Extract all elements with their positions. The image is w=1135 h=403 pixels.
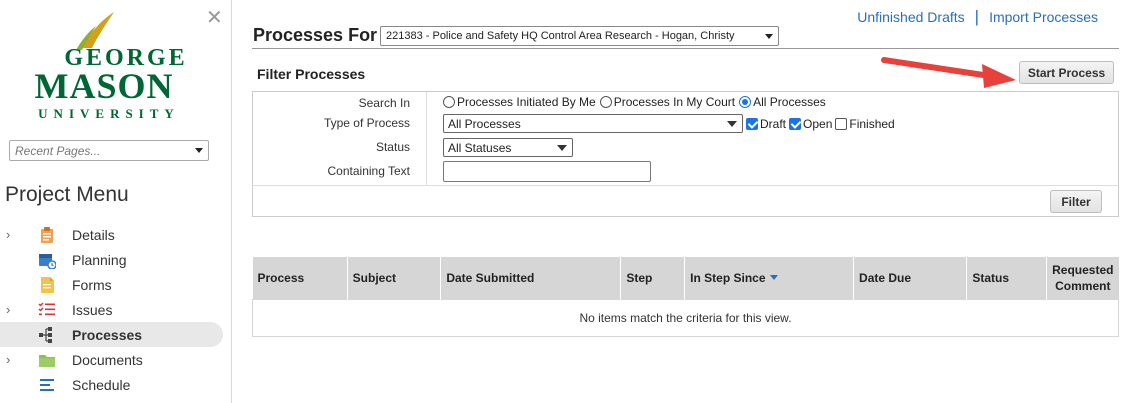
folder-icon — [38, 351, 56, 369]
top-links: Unfinished Drafts | Import Processes — [857, 7, 1098, 27]
close-icon[interactable]: ✕ — [206, 8, 223, 28]
project-select-value: 221383 - Police and Safety HQ Control Ar… — [386, 30, 735, 42]
sidebar-item-label: Documents — [72, 352, 143, 368]
radio-in-my-court[interactable]: Processes In My Court — [599, 95, 735, 109]
draft-checkbox[interactable]: Draft — [746, 117, 786, 131]
process-type-value: All Processes — [448, 117, 521, 131]
search-in-options: Processes Initiated By Me Processes In M… — [443, 95, 826, 109]
col-subject[interactable]: Subject — [347, 257, 442, 299]
col-date-due[interactable]: Date Due — [853, 257, 968, 299]
status-value: All Statuses — [448, 141, 512, 155]
start-process-button[interactable]: Start Process — [1019, 61, 1114, 84]
table-row: No items match the criteria for this vie… — [252, 298, 1119, 337]
process-type-select[interactable]: All Processes — [443, 114, 743, 133]
sidebar-item-label: Schedule — [72, 377, 131, 393]
filter-button[interactable]: Filter — [1050, 190, 1102, 213]
unfinished-drafts-link[interactable]: Unfinished Drafts — [857, 9, 964, 25]
col-in-step-since[interactable]: In Step Since — [684, 257, 855, 299]
sidebar-item-issues[interactable]: › Issues — [0, 297, 232, 322]
sidebar-item-label: Forms — [72, 277, 112, 293]
status-label: Status — [375, 140, 410, 154]
finished-checkbox[interactable]: Finished — [835, 117, 895, 131]
chevron-down-icon — [727, 121, 737, 127]
calendar-icon — [38, 251, 57, 270]
link-separator: | — [974, 7, 980, 26]
search-in-label: Search In — [358, 96, 410, 110]
text-row — [443, 161, 651, 182]
text-label: Containing Text — [327, 164, 411, 178]
sidebar-item-documents[interactable]: › Documents — [0, 347, 232, 372]
processes-table: Process Subject Date Submitted Step In S… — [252, 257, 1119, 337]
sidebar-item-forms[interactable]: Forms — [0, 272, 232, 297]
containing-text-input[interactable] — [443, 161, 651, 182]
university-logo: GEORGE MASON UNIVERSITY — [35, 12, 185, 121]
import-processes-link[interactable]: Import Processes — [989, 9, 1098, 25]
form-icon — [38, 276, 56, 294]
col-date-submitted[interactable]: Date Submitted — [440, 257, 622, 299]
red-arrow-annotation — [881, 57, 1016, 88]
filter-panel: Search In Type of Process Status Contain… — [252, 91, 1119, 217]
divider — [252, 48, 1119, 49]
project-select[interactable]: 221383 - Police and Safety HQ Control Ar… — [380, 26, 779, 46]
sort-desc-icon — [769, 274, 778, 280]
chevron-down-icon — [557, 145, 567, 151]
sidebar-item-schedule[interactable]: Schedule — [0, 372, 232, 397]
project-menu-title: Project Menu — [5, 183, 129, 206]
sidebar-item-planning[interactable]: Planning — [0, 247, 232, 272]
col-requested-comment[interactable]: Requested Comment — [1046, 257, 1119, 299]
col-step[interactable]: Step — [620, 257, 686, 299]
sidebar-item-label: Details — [72, 227, 115, 243]
checklist-icon — [38, 301, 56, 319]
col-status[interactable]: Status — [966, 257, 1048, 299]
chevron-right-icon[interactable]: › — [6, 353, 18, 366]
status-select[interactable]: All Statuses — [443, 138, 573, 157]
col-process[interactable]: Process — [252, 257, 348, 299]
chevron-down-icon — [195, 148, 203, 153]
sidebar-item-processes[interactable]: Processes — [0, 322, 223, 347]
radio-all-processes[interactable]: All Processes — [739, 95, 826, 109]
schedule-icon — [38, 376, 56, 394]
sidebar-item-details[interactable]: › Details — [0, 222, 232, 247]
svg-text:UNIVERSITY: UNIVERSITY — [38, 106, 180, 121]
chevron-right-icon[interactable]: › — [6, 303, 18, 316]
filter-labels: Search In Type of Process Status Contain… — [253, 92, 427, 186]
empty-message: No items match the criteria for this vie… — [252, 298, 1119, 337]
recent-pages-placeholder: Recent Pages... — [15, 144, 101, 158]
clipboard-icon — [38, 226, 56, 244]
type-row: All Processes Draft Open Finished — [443, 114, 895, 133]
svg-text:MASON: MASON — [35, 66, 174, 106]
table-header-row: Process Subject Date Submitted Step In S… — [252, 257, 1119, 299]
recent-pages-select[interactable]: Recent Pages... — [9, 140, 209, 161]
project-menu: › Details Planning Forms › Issues Processes › Do… — [0, 222, 232, 397]
sidebar: ✕ GEORGE MASON UNIVERSITY Recent Pages..… — [0, 0, 232, 403]
chevron-right-icon[interactable]: › — [6, 228, 18, 241]
status-row: All Statuses — [443, 138, 573, 157]
type-label: Type of Process — [323, 116, 410, 130]
radio-initiated-by-me[interactable]: Processes Initiated By Me — [443, 95, 596, 109]
page-title: Processes For — [253, 25, 378, 45]
sidebar-item-label: Issues — [72, 302, 113, 318]
filter-footer-divider — [253, 185, 1118, 186]
open-checkbox[interactable]: Open — [789, 117, 832, 131]
chevron-down-icon — [765, 34, 773, 39]
process-icon — [38, 326, 56, 344]
sidebar-item-label: Planning — [72, 252, 127, 268]
filter-title: Filter Processes — [257, 66, 366, 82]
sidebar-item-label: Processes — [72, 327, 143, 343]
